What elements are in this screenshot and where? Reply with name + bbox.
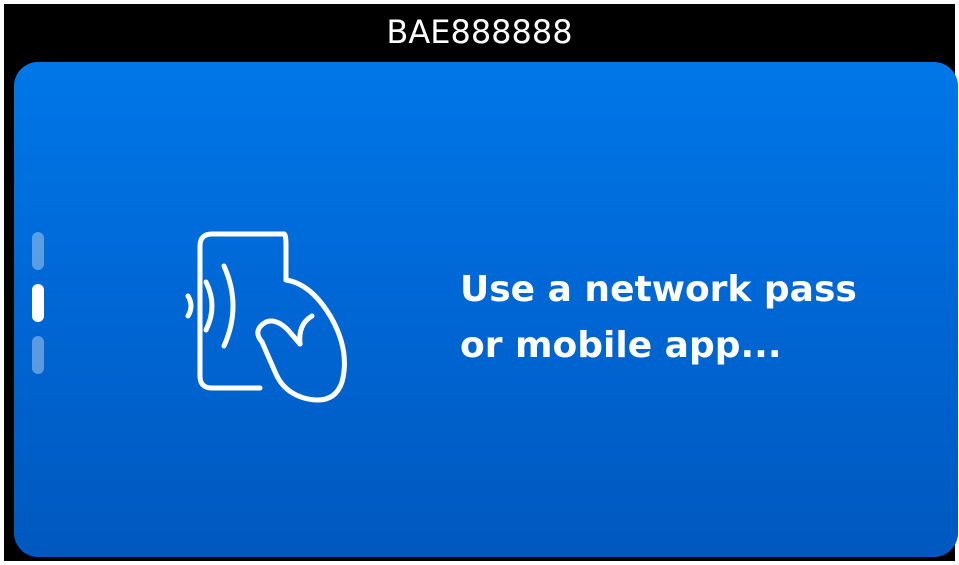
info-panel: Use a network pass or mobile app... xyxy=(14,62,958,557)
page-dot-1 xyxy=(32,232,44,270)
message-line-2: or mobile app... xyxy=(460,325,782,366)
header-bar: BAE888888 xyxy=(4,4,955,60)
station-id: BAE888888 xyxy=(386,13,573,51)
charger-screen: BAE888888 Use a network pass or mobile a… xyxy=(4,4,958,561)
message-line-1: Use a network pass xyxy=(460,269,857,310)
page-indicator xyxy=(32,232,46,388)
instruction-message: Use a network pass or mobile app... xyxy=(460,262,930,374)
page-dot-3 xyxy=(32,336,44,374)
page-dot-2-active xyxy=(32,284,44,322)
phone-tap-hand-icon xyxy=(172,224,352,404)
